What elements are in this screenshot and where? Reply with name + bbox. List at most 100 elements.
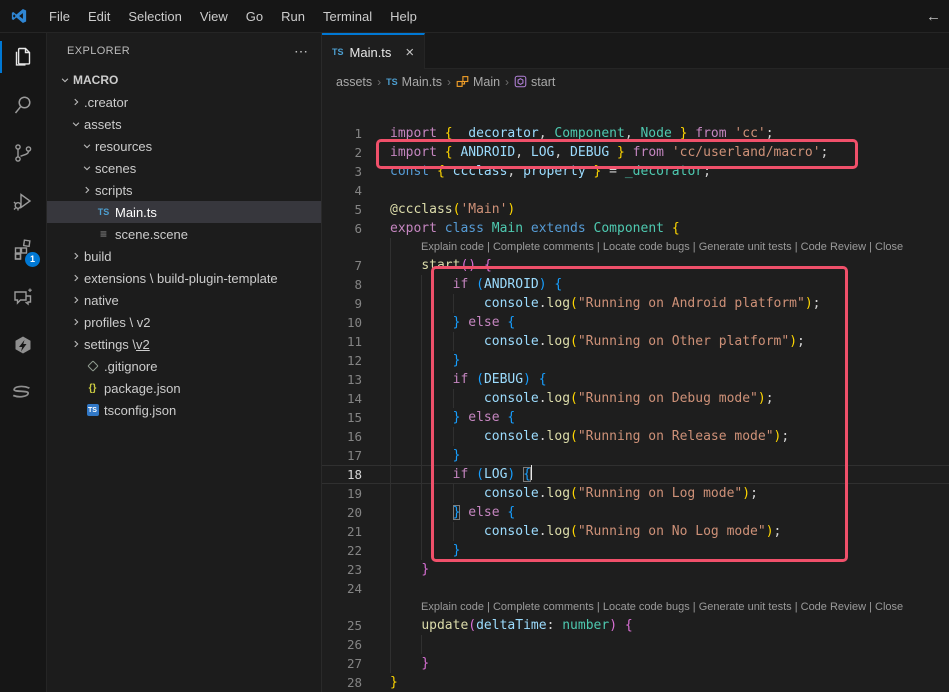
codelens-action-generate-unit-tests[interactable]: Generate unit tests <box>699 601 792 613</box>
code-line-28[interactable]: 28} <box>322 673 949 692</box>
line-number[interactable]: 11 <box>322 332 362 351</box>
line-number[interactable]: 13 <box>322 370 362 389</box>
code-line-12[interactable]: 12 } <box>322 351 949 370</box>
menu-item-file[interactable]: File <box>40 0 79 33</box>
hex-plugin-icon[interactable] <box>0 321 46 369</box>
code-line-20[interactable]: 20 } else { <box>322 503 949 522</box>
tree-item-profiles-v2[interactable]: profiles \ v2 <box>47 311 321 333</box>
line-number[interactable]: 10 <box>322 313 362 332</box>
menu-item-help[interactable]: Help <box>381 0 426 33</box>
tree-item-native[interactable]: native <box>47 289 321 311</box>
line-number[interactable]: 19 <box>322 484 362 503</box>
explorer-icon[interactable] <box>0 33 46 81</box>
menu-item-selection[interactable]: Selection <box>119 0 190 33</box>
codelens-action-complete-comments[interactable]: Complete comments <box>493 601 594 613</box>
line-number[interactable]: 3 <box>322 162 362 181</box>
tree-item-scenes[interactable]: scenes <box>47 157 321 179</box>
line-number[interactable]: 23 <box>322 560 362 579</box>
line-number[interactable]: 24 <box>322 579 362 598</box>
breadcrumb-main-ts[interactable]: TSMain.ts <box>386 75 442 89</box>
codelens-action-complete-comments[interactable]: Complete comments <box>493 241 594 253</box>
line-number[interactable]: 6 <box>322 219 362 238</box>
line-number[interactable] <box>322 238 362 256</box>
codelens-action-close[interactable]: Close <box>875 601 903 613</box>
menu-item-terminal[interactable]: Terminal <box>314 0 381 33</box>
line-number[interactable]: 22 <box>322 541 362 560</box>
tree-item-settings-v2[interactable]: settings \ v2 <box>47 333 321 355</box>
code-line-24[interactable]: 24 <box>322 579 949 598</box>
tree-item-scene-scene[interactable]: ≡scene.scene <box>47 223 321 245</box>
code-line-22[interactable]: 22 } <box>322 541 949 560</box>
code-line-25[interactable]: 25 update(deltaTime: number) { <box>322 616 949 635</box>
code-line-8[interactable]: 8 if (ANDROID) { <box>322 275 949 294</box>
code-line-10[interactable]: 10 } else { <box>322 313 949 332</box>
code-line-26[interactable]: 26 <box>322 635 949 654</box>
tree-item-scripts[interactable]: scripts <box>47 179 321 201</box>
tree-item-build[interactable]: build <box>47 245 321 267</box>
tab-main-ts[interactable]: TS Main.ts × <box>322 33 425 69</box>
codelens-action-generate-unit-tests[interactable]: Generate unit tests <box>699 241 792 253</box>
tree-item-tsconfig-json[interactable]: TStsconfig.json <box>47 399 321 421</box>
extensions-icon[interactable]: 1 <box>0 225 46 273</box>
tree-item-assets[interactable]: assets <box>47 113 321 135</box>
run-debug-icon[interactable] <box>0 177 46 225</box>
code-line-16[interactable]: 16 console.log("Running on Release mode"… <box>322 427 949 446</box>
line-number[interactable]: 27 <box>322 654 362 673</box>
line-number[interactable]: 20 <box>322 503 362 522</box>
ai-chat-icon[interactable] <box>0 273 46 321</box>
line-number[interactable]: 14 <box>322 389 362 408</box>
menu-item-run[interactable]: Run <box>272 0 314 33</box>
code-line-4[interactable]: 4 <box>322 181 949 200</box>
tree-item-gitignore[interactable]: .gitignore <box>47 355 321 377</box>
menu-item-go[interactable]: Go <box>237 0 272 33</box>
close-tab-icon[interactable]: × <box>405 45 414 60</box>
codelens-action-code-review[interactable]: Code Review <box>801 241 866 253</box>
line-number[interactable]: 16 <box>322 427 362 446</box>
line-number[interactable]: 17 <box>322 446 362 465</box>
code-line-17[interactable]: 17 } <box>322 446 949 465</box>
breadcrumb-start[interactable]: start <box>514 75 555 89</box>
code-line-11[interactable]: 11 console.log("Running on Other platfor… <box>322 332 949 351</box>
code-line-9[interactable]: 9 console.log("Running on Android platfo… <box>322 294 949 313</box>
codelens-action-explain-code[interactable]: Explain code <box>421 241 484 253</box>
tree-item-macro[interactable]: MACRO <box>47 69 321 91</box>
code-line-14[interactable]: 14 console.log("Running on Debug mode"); <box>322 389 949 408</box>
line-number[interactable]: 2 <box>322 143 362 162</box>
codelens-action-close[interactable]: Close <box>875 241 903 253</box>
code-line-23[interactable]: 23 } <box>322 560 949 579</box>
more-actions-icon[interactable]: ⋯ <box>294 43 309 60</box>
codelens-action-explain-code[interactable]: Explain code <box>421 601 484 613</box>
line-number[interactable]: 5 <box>322 200 362 219</box>
code-line-27[interactable]: 27 } <box>322 654 949 673</box>
tree-item-extensions-build-plugin-template[interactable]: extensions \ build-plugin-template <box>47 267 321 289</box>
code-line-18[interactable]: 18 if (LOG) { <box>322 465 949 484</box>
code-line-5[interactable]: 5@ccclass('Main') <box>322 200 949 219</box>
code-line-15[interactable]: 15 } else { <box>322 408 949 427</box>
tree-item-resources[interactable]: resources <box>47 135 321 157</box>
back-arrow-icon[interactable]: ← <box>926 0 941 33</box>
source-control-icon[interactable] <box>0 129 46 177</box>
line-number[interactable]: 9 <box>322 294 362 313</box>
code-line-21[interactable]: 21 console.log("Running on No Log mode")… <box>322 522 949 541</box>
line-number[interactable]: 8 <box>322 275 362 294</box>
code-line-7[interactable]: 7 start() { <box>322 256 949 275</box>
codelens-row[interactable]: Explain code | Complete comments | Locat… <box>322 238 949 256</box>
code-line-6[interactable]: 6export class Main extends Component { <box>322 219 949 238</box>
code-line-19[interactable]: 19 console.log("Running on Log mode"); <box>322 484 949 503</box>
line-number[interactable]: 18 <box>322 465 362 484</box>
line-number[interactable]: 26 <box>322 635 362 654</box>
s-plugin-icon[interactable] <box>0 369 46 417</box>
breadcrumb-assets[interactable]: assets <box>336 75 372 89</box>
tree-item-creator[interactable]: .creator <box>47 91 321 113</box>
tree-item-package-json[interactable]: {}package.json <box>47 377 321 399</box>
code-line-2[interactable]: 2import { ANDROID, LOG, DEBUG } from 'cc… <box>322 143 949 162</box>
code-line-1[interactable]: 1import { _decorator, Component, Node } … <box>322 124 949 143</box>
codelens-action-locate-code-bugs[interactable]: Locate code bugs <box>603 241 690 253</box>
line-number[interactable]: 4 <box>322 181 362 200</box>
line-number[interactable] <box>322 598 362 616</box>
line-number[interactable]: 28 <box>322 673 362 692</box>
code-line-3[interactable]: 3const { ccclass, property } = _decorato… <box>322 162 949 181</box>
line-number[interactable]: 25 <box>322 616 362 635</box>
tree-item-main-ts[interactable]: TSMain.ts <box>47 201 321 223</box>
line-number[interactable]: 21 <box>322 522 362 541</box>
